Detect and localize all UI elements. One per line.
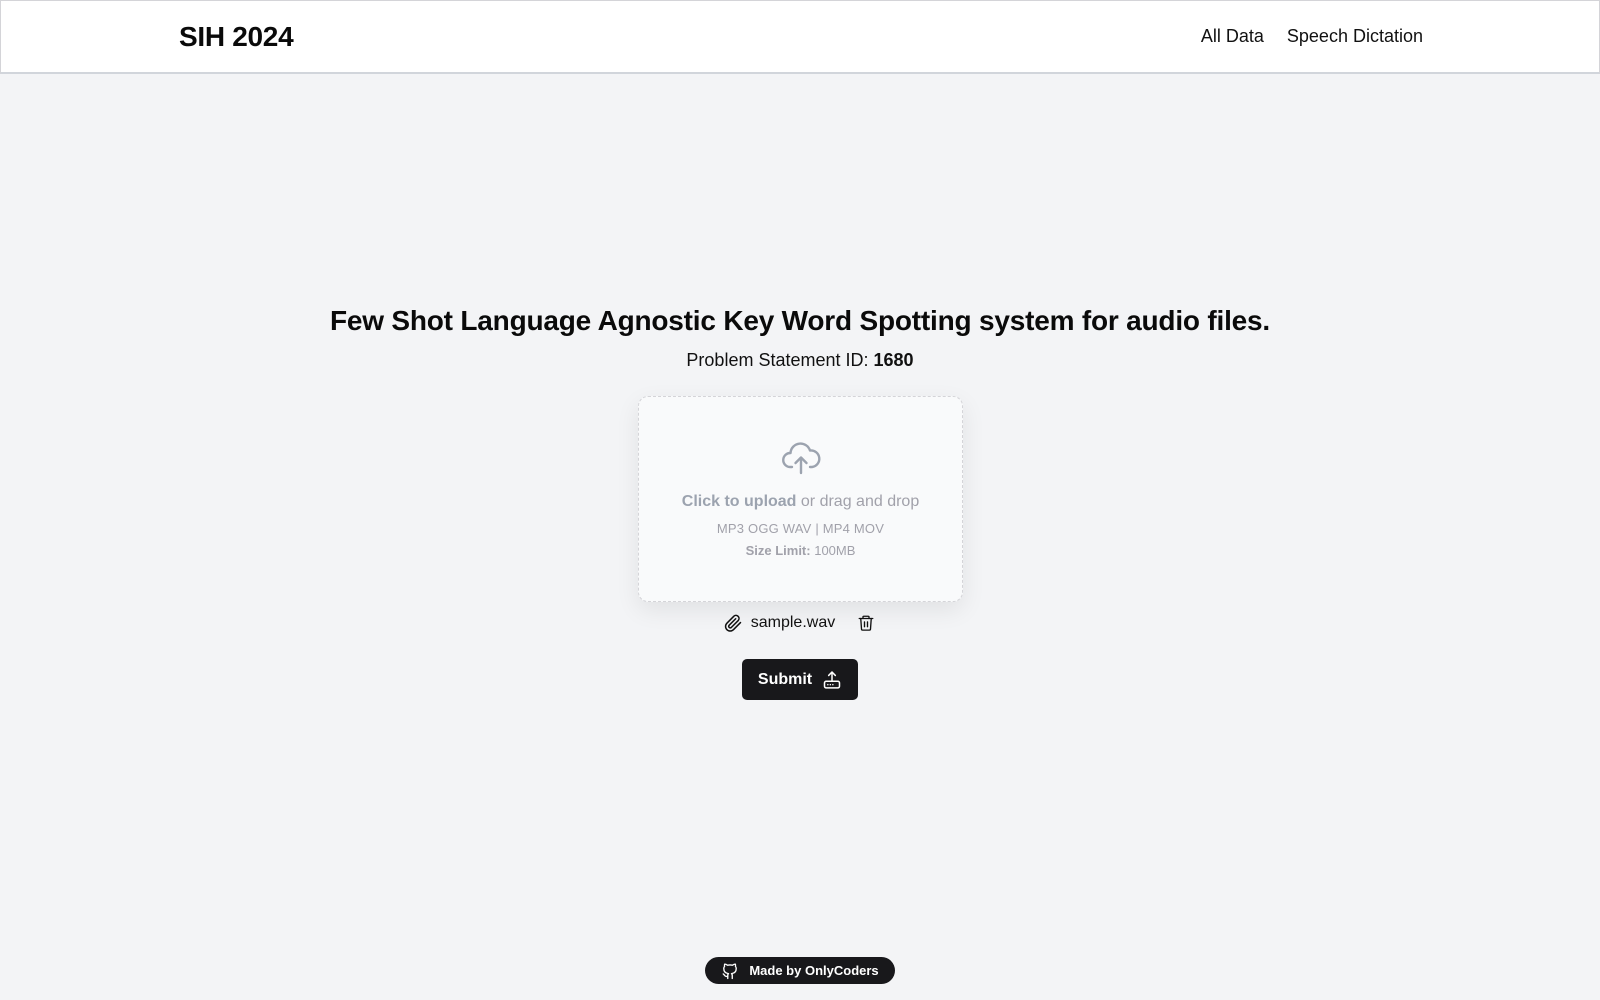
submit-label: Submit bbox=[757, 670, 813, 688]
cloud-upload-icon bbox=[782, 442, 821, 475]
click-to-upload-text[interactable]: Click to upload bbox=[682, 493, 797, 510]
nav-link-all-data[interactable]: All Data bbox=[1201, 26, 1264, 47]
size-limit-value: 100MB bbox=[814, 543, 856, 558]
drag-drop-text: or drag and drop bbox=[800, 493, 920, 510]
size-limit-label: Size Limit: bbox=[745, 543, 811, 558]
file-upload-dropzone[interactable]: Click to upload or drag and drop MP3 OGG… bbox=[638, 396, 963, 602]
problem-id-label: Problem Statement ID: bbox=[686, 350, 869, 370]
nav-link-speech-dictation[interactable]: Speech Dictation bbox=[1287, 26, 1423, 47]
problem-id-value: 1680 bbox=[873, 350, 914, 370]
nav-links: All Data Speech Dictation bbox=[1201, 26, 1423, 47]
accepted-formats: MP3 OGG WAV | MP4 MOV bbox=[716, 521, 885, 536]
main-content: Few Shot Language Agnostic Key Word Spot… bbox=[0, 74, 1600, 1000]
file-name: sample.wav bbox=[750, 614, 836, 631]
made-by-label: Made by OnlyCoders bbox=[749, 963, 879, 978]
upload-instructions: Click to upload or drag and drop bbox=[639, 493, 962, 511]
paperclip-icon bbox=[724, 614, 741, 632]
delete-file-button[interactable] bbox=[855, 612, 877, 634]
trash-icon bbox=[858, 615, 874, 631]
brand-title[interactable]: SIH 2024 bbox=[179, 21, 294, 53]
made-by-badge[interactable]: Made by OnlyCoders bbox=[705, 957, 895, 984]
page-title: Few Shot Language Agnostic Key Word Spot… bbox=[329, 305, 1271, 336]
selected-file: sample.wav bbox=[0, 610, 1600, 636]
problem-statement-id: Problem Statement ID: 1680 bbox=[0, 350, 1600, 371]
submit-button[interactable]: Submit bbox=[742, 659, 858, 700]
github-icon bbox=[722, 962, 738, 979]
size-limit: Size Limit: 100MB bbox=[639, 543, 962, 558]
top-navbar: SIH 2024 All Data Speech Dictation bbox=[0, 0, 1600, 74]
upload-tray-icon bbox=[823, 670, 841, 689]
